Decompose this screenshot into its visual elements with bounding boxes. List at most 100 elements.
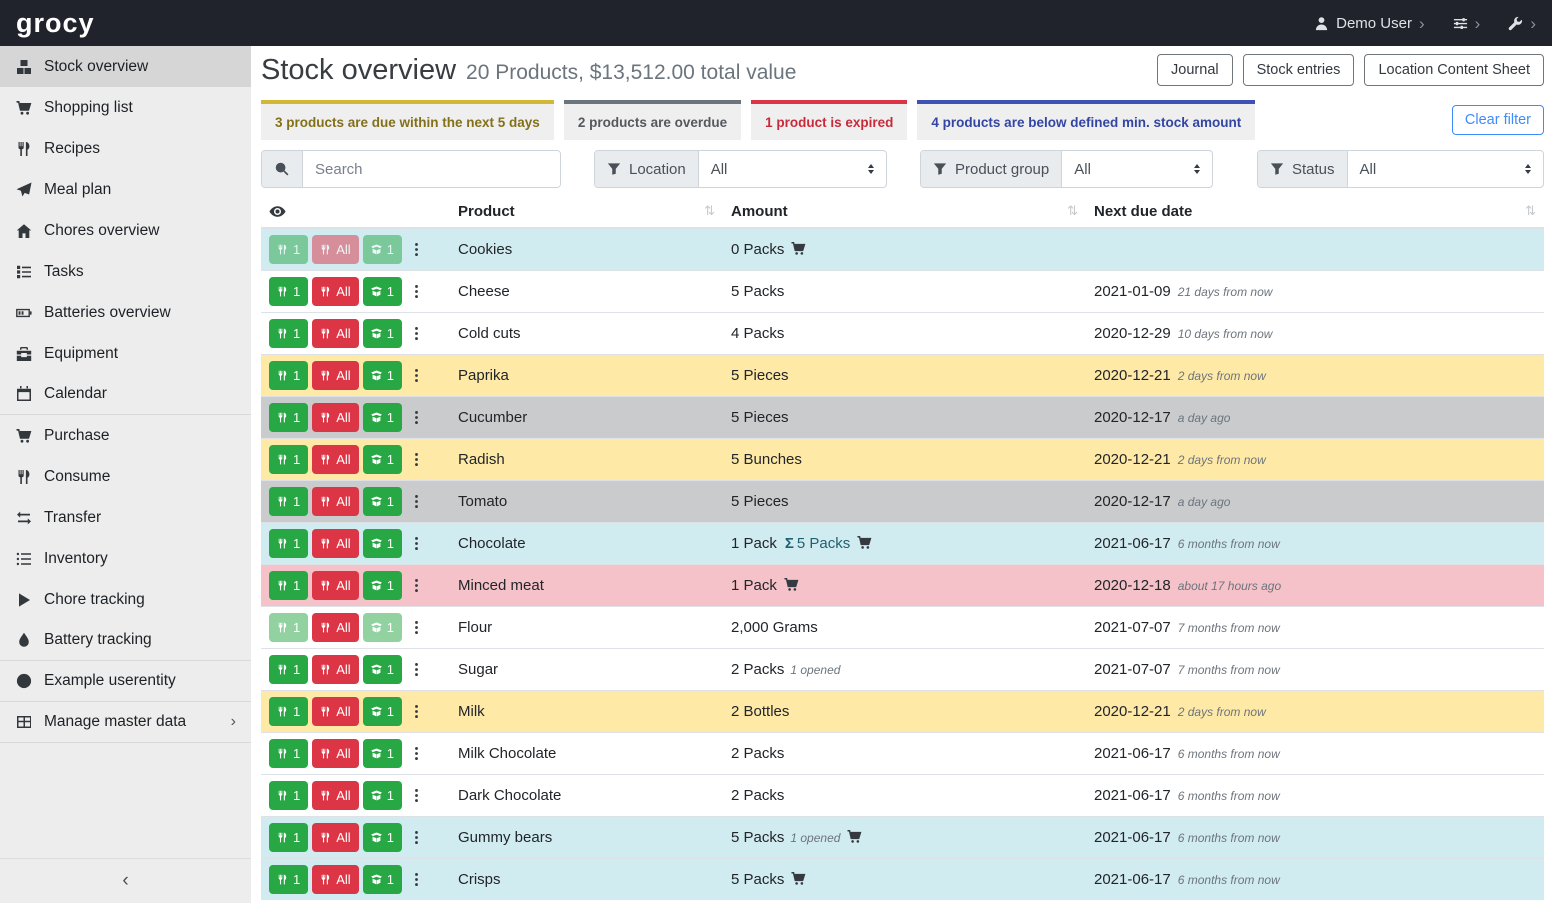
filter-message-below-min-stock[interactable]: 4 products are below defined min. stock …	[917, 100, 1255, 140]
filter-message-overdue[interactable]: 2 products are overdue	[564, 100, 741, 140]
row-menu-button[interactable]	[406, 870, 427, 889]
stock-entries-button[interactable]: Stock entries	[1243, 54, 1355, 86]
consume-one-button[interactable]: 1	[269, 823, 308, 852]
row-menu-button[interactable]	[406, 786, 427, 805]
sidebar-item-purchase[interactable]: Purchase	[0, 415, 251, 456]
sidebar-item-transfer[interactable]: Transfer	[0, 497, 251, 538]
row-menu-button[interactable]	[406, 576, 427, 595]
consume-all-button[interactable]: All	[312, 487, 358, 516]
sidebar-item-example-userentity[interactable]: Example userentity	[0, 661, 251, 702]
consume-all-button[interactable]: All	[312, 235, 358, 264]
row-menu-button[interactable]	[406, 744, 427, 763]
open-one-button[interactable]: 1	[363, 823, 402, 852]
clear-filter-button[interactable]: Clear filter	[1452, 105, 1544, 135]
row-menu-button[interactable]	[406, 450, 427, 469]
sidebar-item-chores-overview[interactable]: Chores overview	[0, 210, 251, 251]
column-header-amount[interactable]: Amount ⇅	[723, 196, 1086, 228]
row-menu-button[interactable]	[406, 366, 427, 385]
sidebar-collapse-button[interactable]: ‹	[0, 858, 251, 903]
sidebar-item-chore-tracking[interactable]: Chore tracking	[0, 579, 251, 620]
row-menu-button[interactable]	[406, 828, 427, 847]
consume-all-button[interactable]: All	[312, 823, 358, 852]
admin-menu[interactable]: ›	[1508, 15, 1536, 32]
consume-one-button[interactable]: 1	[269, 319, 308, 348]
row-menu-button[interactable]	[406, 408, 427, 427]
sidebar-item-manage-master-data[interactable]: Manage master data›	[0, 702, 251, 743]
column-header-product[interactable]: Product ⇅	[450, 196, 723, 228]
user-menu[interactable]: Demo User ›	[1314, 15, 1425, 32]
open-one-button[interactable]: 1	[363, 361, 402, 390]
open-one-button[interactable]: 1	[363, 865, 402, 894]
open-one-button[interactable]: 1	[363, 403, 402, 432]
search-input[interactable]	[303, 151, 560, 187]
product-group-select[interactable]: All	[1062, 151, 1212, 187]
open-one-button[interactable]: 1	[363, 529, 402, 558]
sidebar-item-meal-plan[interactable]: Meal plan	[0, 169, 251, 210]
location-content-sheet-button[interactable]: Location Content Sheet	[1364, 54, 1544, 86]
consume-all-button[interactable]: All	[312, 445, 358, 474]
open-one-button[interactable]: 1	[363, 235, 402, 264]
open-one-button[interactable]: 1	[363, 445, 402, 474]
consume-one-button[interactable]: 1	[269, 277, 308, 306]
open-one-button[interactable]: 1	[363, 697, 402, 726]
sidebar-item-calendar[interactable]: Calendar	[0, 374, 251, 415]
consume-all-button[interactable]: All	[312, 319, 358, 348]
consume-all-button[interactable]: All	[312, 277, 358, 306]
consume-one-button[interactable]: 1	[269, 613, 308, 642]
sidebar-item-shopping-list[interactable]: Shopping list	[0, 87, 251, 128]
sidebar-item-recipes[interactable]: Recipes	[0, 128, 251, 169]
app-logo[interactable]: grocy	[16, 8, 95, 39]
open-one-button[interactable]: 1	[363, 655, 402, 684]
sidebar-item-consume[interactable]: Consume	[0, 456, 251, 497]
sidebar-item-batteries-overview[interactable]: Batteries overview	[0, 292, 251, 333]
row-menu-button[interactable]	[406, 660, 427, 679]
open-one-button[interactable]: 1	[363, 781, 402, 810]
sidebar-item-tasks[interactable]: Tasks	[0, 251, 251, 292]
consume-one-button[interactable]: 1	[269, 655, 308, 684]
open-one-button[interactable]: 1	[363, 739, 402, 768]
open-one-button[interactable]: 1	[363, 277, 402, 306]
open-one-button[interactable]: 1	[363, 613, 402, 642]
sidebar-item-stock-overview[interactable]: Stock overview	[0, 46, 251, 87]
sidebar-item-equipment[interactable]: Equipment	[0, 333, 251, 374]
status-select[interactable]: All	[1348, 151, 1543, 187]
row-menu-button[interactable]	[406, 492, 427, 511]
consume-all-button[interactable]: All	[312, 739, 358, 768]
open-one-button[interactable]: 1	[363, 487, 402, 516]
sidebar-item-battery-tracking[interactable]: Battery tracking	[0, 620, 251, 661]
row-menu-button[interactable]	[406, 282, 427, 301]
consume-all-button[interactable]: All	[312, 403, 358, 432]
consume-one-button[interactable]: 1	[269, 571, 308, 600]
open-one-button[interactable]: 1	[363, 319, 402, 348]
consume-one-button[interactable]: 1	[269, 235, 308, 264]
consume-one-button[interactable]: 1	[269, 361, 308, 390]
column-header-next-due-date[interactable]: Next due date ⇅	[1086, 196, 1544, 228]
consume-all-button[interactable]: All	[312, 865, 358, 894]
consume-one-button[interactable]: 1	[269, 781, 308, 810]
journal-button[interactable]: Journal	[1157, 54, 1233, 86]
consume-all-button[interactable]: All	[312, 571, 358, 600]
visibility-column-header[interactable]	[261, 196, 450, 228]
row-menu-button[interactable]	[406, 534, 427, 553]
consume-all-button[interactable]: All	[312, 361, 358, 390]
consume-all-button[interactable]: All	[312, 529, 358, 558]
row-menu-button[interactable]	[406, 618, 427, 637]
consume-all-button[interactable]: All	[312, 781, 358, 810]
settings-menu[interactable]: ›	[1453, 15, 1481, 32]
consume-one-button[interactable]: 1	[269, 739, 308, 768]
consume-one-button[interactable]: 1	[269, 445, 308, 474]
location-select[interactable]: All	[699, 151, 886, 187]
consume-one-button[interactable]: 1	[269, 697, 308, 726]
filter-message-expired[interactable]: 1 product is expired	[751, 100, 907, 140]
consume-one-button[interactable]: 1	[269, 529, 308, 558]
consume-all-button[interactable]: All	[312, 655, 358, 684]
consume-one-button[interactable]: 1	[269, 403, 308, 432]
consume-one-button[interactable]: 1	[269, 487, 308, 516]
row-menu-button[interactable]	[406, 324, 427, 343]
consume-all-button[interactable]: All	[312, 697, 358, 726]
row-menu-button[interactable]	[406, 240, 427, 259]
consume-one-button[interactable]: 1	[269, 865, 308, 894]
filter-message-due-soon[interactable]: 3 products are due within the next 5 day…	[261, 100, 554, 140]
open-one-button[interactable]: 1	[363, 571, 402, 600]
sidebar-item-inventory[interactable]: Inventory	[0, 538, 251, 579]
